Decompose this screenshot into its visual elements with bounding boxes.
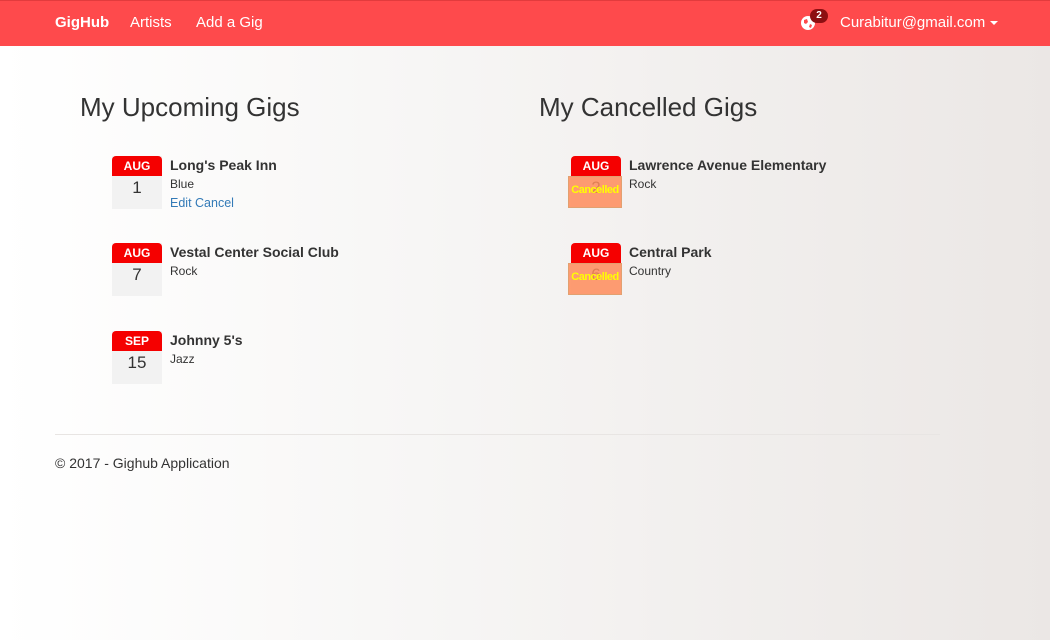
edit-gig-link[interactable]: Edit [170,196,192,210]
user-email: Curabitur@gmail.com [840,14,986,31]
calendar-day: 15 [127,353,147,372]
gig-venue: Lawrence Avenue Elementary [629,157,827,173]
cancelled-label: Cancelled [571,271,619,283]
gig-genre: Jazz [170,352,195,366]
calendar-badge: SEP 15 [112,331,162,384]
notification-badge[interactable]: 2 [810,9,828,23]
calendar-month: AUG [112,243,162,263]
gig-genre: Blue [170,177,195,191]
calendar-badge: AUG 6 Cancelled [568,243,622,296]
gig-genre: Rock [170,264,198,278]
calendar-badge: AUG 7 [112,243,162,296]
user-menu[interactable]: Curabitur@gmail.com [840,14,999,31]
gig-venue: Central Park [629,244,712,260]
cancelled-label: Cancelled [571,184,619,196]
gig-venue: Long's Peak Inn [170,157,277,173]
gig-venue: Johnny 5's [170,332,243,348]
calendar-badge: AUG 1 [112,156,162,209]
upcoming-gigs-title: My Upcoming Gigs [80,92,300,122]
cancelled-gig-item: AUG 2 Cancelled Lawrence Avenue Elementa… [568,156,991,216]
gig-genre: Rock [629,177,657,191]
footer-divider [55,434,940,435]
calendar-month: SEP [112,331,162,351]
upcoming-gig-item: AUG 7 Vestal Center Social Club Rock [112,243,532,303]
footer-text: © 2017 - Gighub Application [55,455,230,471]
nav-artists-link[interactable]: Artists [130,14,172,31]
calendar-day: 7 [132,265,142,284]
calendar-day: 1 [132,178,142,197]
cancelled-gig-item: AUG 6 Cancelled Central Park Country [568,243,991,303]
nav-add-gig-link[interactable]: Add a Gig [196,14,263,31]
cancel-gig-link[interactable]: Cancel [195,196,234,210]
upcoming-gig-item: AUG 1 Long's Peak Inn Blue Edit Cancel [112,156,532,216]
cancelled-gigs-title: My Cancelled Gigs [539,92,758,122]
upcoming-gig-item: SEP 15 Johnny 5's Jazz [112,331,532,391]
top-navbar: GigHub Artists Add a Gig 2 Curabitur@gma… [0,0,1050,46]
gig-genre: Country [629,264,672,278]
caret-down-icon [990,21,999,26]
calendar-month: AUG [571,156,621,176]
brand-logo[interactable]: GigHub [55,14,109,31]
calendar-month: AUG [112,156,162,176]
calendar-month: AUG [571,243,621,263]
calendar-badge: AUG 2 Cancelled [568,156,622,209]
gig-venue: Vestal Center Social Club [170,244,339,260]
